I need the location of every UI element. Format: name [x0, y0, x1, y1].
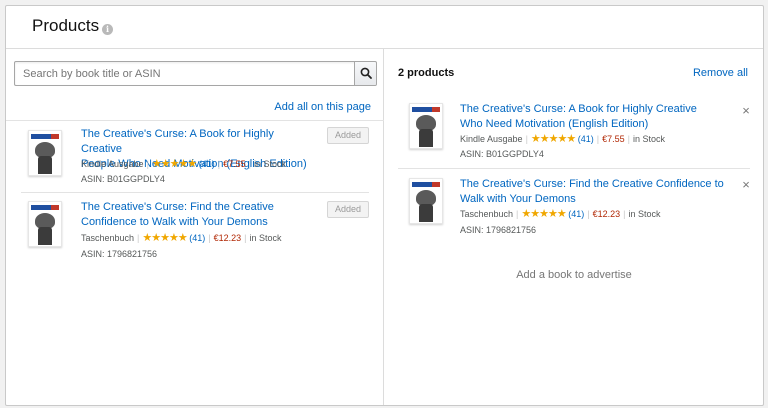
price-label: €7.55: [602, 134, 625, 144]
list-item: The Creative's Curse: A Book for Highly …: [385, 94, 763, 166]
rating-count-link[interactable]: (41): [568, 209, 584, 219]
empty-slot-hint: Add a book to advertise: [516, 269, 632, 281]
book-cover-image[interactable]: [409, 103, 443, 149]
rating-count-link[interactable]: (41): [578, 134, 594, 144]
list-item: The Creative's Curse: A Book for Highly …: [6, 122, 384, 190]
product-meta: Taschenbuch | ★★★★★ (41) | €12.23 | in Stock: [460, 208, 661, 220]
remove-all-link[interactable]: Remove all: [693, 67, 748, 79]
product-count: 2 products: [398, 67, 455, 79]
price-label: €12.23: [213, 233, 242, 243]
format-label: Kindle Ausgabe: [460, 134, 523, 144]
price-label: €7.55: [223, 159, 246, 169]
list-item: The Creative's Curse: Find the Creative …: [6, 192, 384, 262]
title-line: The Creative's Curse: A Book for Highly …: [81, 128, 274, 155]
title-line: Who Need Motivation (English Edition): [460, 118, 649, 130]
title-line: The Creative's Curse: A Book for Highly …: [460, 103, 697, 115]
title-line: Confidence to Walk with Your Demons: [81, 216, 268, 228]
product-meta: Kindle Ausgabe | ★★★★★ (41) | €7.55 | in Stock: [460, 133, 665, 145]
search-icon: [360, 67, 372, 79]
stock-label: in Stock: [632, 134, 665, 144]
product-meta: Kindle Ausgabe | ★★★★★ (41) | €7.55 | in Stock: [81, 158, 286, 170]
title-line: Walk with Your Demons: [460, 193, 576, 205]
added-button[interactable]: Added: [327, 127, 369, 144]
search-box: [14, 61, 377, 86]
product-meta: Taschenbuch | ★★★★★ (41) | €12.23 | in Stock: [81, 232, 282, 244]
rating-count-link[interactable]: (41): [199, 159, 215, 169]
asin-label: ASIN: B01GGPDLY4: [460, 149, 544, 159]
stock-label: in Stock: [253, 159, 286, 169]
book-cover-image[interactable]: [28, 201, 62, 247]
product-title-link[interactable]: The Creative's Curse: Find the Creative …: [460, 177, 730, 207]
rating-count-link[interactable]: (41): [189, 233, 205, 243]
book-cover-image[interactable]: [409, 178, 443, 224]
search-results-column: Add all on this page The Creative's Curs…: [6, 49, 384, 405]
results-toolbar: Add all on this page: [6, 94, 384, 121]
info-icon[interactable]: i: [102, 24, 113, 35]
product-title-link[interactable]: The Creative's Curse: A Book for Highly …: [460, 102, 730, 132]
book-cover-image[interactable]: [28, 130, 62, 176]
search-button[interactable]: [354, 62, 376, 85]
product-title-link[interactable]: The Creative's Curse: Find the Creative …: [81, 200, 309, 230]
panel-header: Products i: [6, 6, 763, 49]
format-label: Taschenbuch: [81, 233, 135, 243]
star-rating-icon: ★★★★★: [151, 158, 197, 170]
stock-label: in Stock: [249, 233, 282, 243]
selected-products-column: 2 products Remove all The Creative's Cur…: [385, 49, 763, 405]
selected-toolbar: 2 products Remove all: [385, 49, 763, 94]
asin-label: ASIN: 1796821756: [460, 225, 537, 235]
remove-item-button[interactable]: ×: [740, 104, 752, 117]
add-all-link[interactable]: Add all on this page: [274, 101, 371, 113]
star-rating-icon: ★★★★★: [142, 232, 187, 244]
star-rating-icon: ★★★★★: [530, 133, 576, 145]
title-line: The Creative's Curse: Find the Creative …: [460, 178, 724, 190]
products-panel: Products i Add all on this page The Crea…: [5, 5, 764, 406]
format-label: Taschenbuch: [460, 209, 514, 219]
list-item: The Creative's Curse: Find the Creative …: [385, 168, 763, 240]
added-button[interactable]: Added: [327, 201, 369, 218]
remove-item-button[interactable]: ×: [740, 178, 752, 191]
asin-label: ASIN: B01GGPDLY4: [81, 174, 165, 184]
page-title: Products: [32, 16, 100, 35]
search-input[interactable]: [15, 62, 355, 85]
price-label: €12.23: [592, 209, 621, 219]
format-label: Kindle Ausgabe: [81, 159, 144, 169]
title-line: The Creative's Curse: Find the Creative: [81, 201, 274, 213]
asin-label: ASIN: 1796821756: [81, 249, 158, 259]
stock-label: in Stock: [628, 209, 661, 219]
star-rating-icon: ★★★★★: [521, 208, 566, 220]
